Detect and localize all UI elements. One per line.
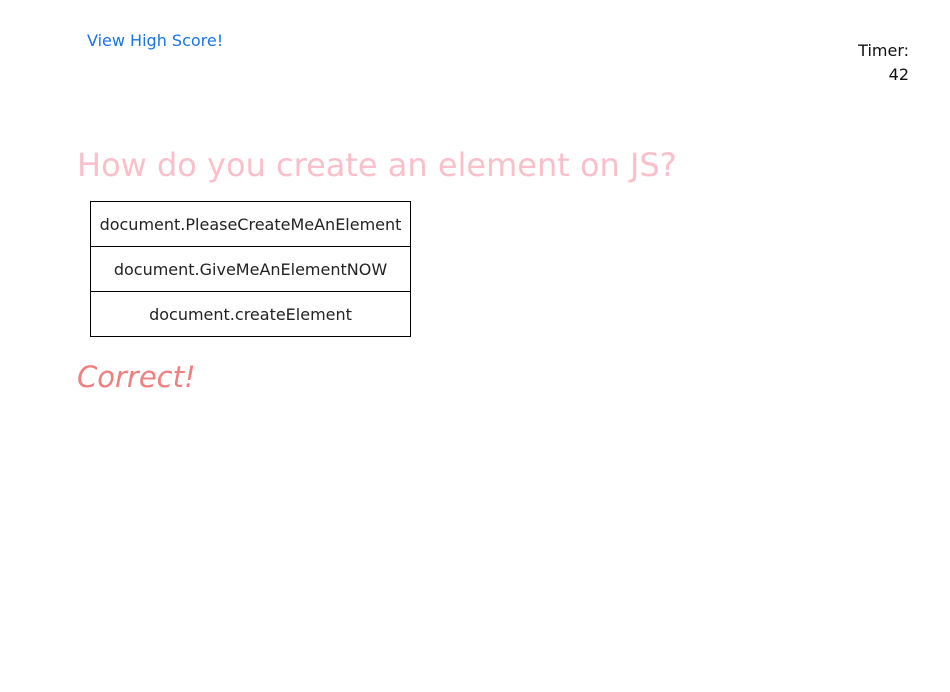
- quiz-page: View High Score! Timer: 42 How do you cr…: [0, 0, 950, 692]
- answer-button-3[interactable]: document.createElement: [90, 291, 411, 337]
- answer-button-2[interactable]: document.GiveMeAnElementNOW: [90, 246, 411, 292]
- answer-feedback: Correct!: [77, 360, 196, 394]
- timer-label: Timer:: [858, 41, 909, 60]
- answer-list: document.PleaseCreateMeAnElement documen…: [90, 201, 411, 337]
- answer-button-1[interactable]: document.PleaseCreateMeAnElement: [90, 201, 411, 247]
- timer-value: 42: [888, 65, 909, 84]
- view-high-score-link[interactable]: View High Score!: [87, 31, 223, 50]
- question-title: How do you create an element on JS?: [77, 146, 677, 184]
- timer: Timer: 42: [858, 39, 909, 87]
